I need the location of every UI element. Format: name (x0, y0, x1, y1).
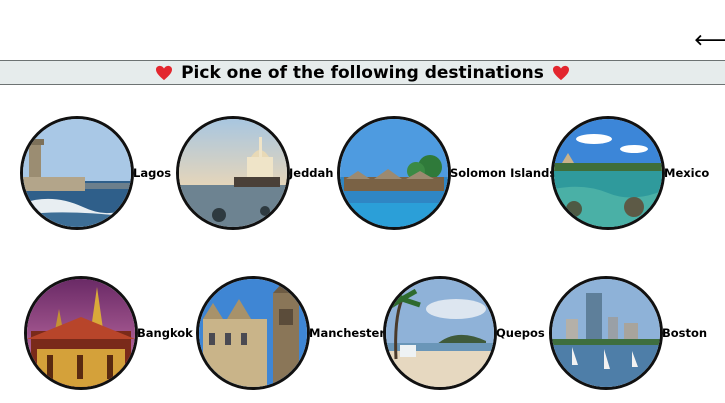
destination-label: Boston (662, 326, 708, 340)
destination-label: Bangkok (137, 326, 193, 340)
destination-bangkok[interactable]: Bangkok (24, 276, 193, 390)
header-banner: Pick one of the following destinations (0, 60, 725, 85)
destination-label: Mexico (664, 166, 710, 180)
destination-photo (337, 116, 451, 230)
destination-label: Jeddah (289, 166, 334, 180)
heart-icon (552, 65, 569, 80)
go-back-button[interactable]: 🡐 Go (694, 30, 725, 49)
destination-manchester[interactable]: Manchester (196, 276, 385, 390)
destination-photo (20, 116, 134, 230)
destination-solomon-islands[interactable]: Solomon Islands (337, 116, 556, 230)
destination-photo (549, 276, 663, 390)
destination-boston[interactable]: Boston (549, 276, 707, 390)
destination-lagos[interactable]: Lagos (20, 116, 171, 230)
destination-mexico[interactable]: Mexico (551, 116, 709, 230)
destination-label: Lagos (133, 166, 172, 180)
destination-photo (176, 116, 290, 230)
destination-label: Manchester (309, 326, 386, 340)
heart-icon (156, 65, 173, 80)
arrow-left-icon: 🡐 (694, 30, 725, 49)
destination-photo (383, 276, 497, 390)
destination-photo (551, 116, 665, 230)
destination-photo (196, 276, 310, 390)
page-title: Pick one of the following destinations (181, 62, 544, 83)
destination-photo (24, 276, 138, 390)
destination-jeddah[interactable]: Jeddah (176, 116, 334, 230)
destination-label: Solomon Islands (450, 166, 557, 180)
destination-quepos[interactable]: Quepos (383, 276, 545, 390)
destination-label: Quepos (496, 326, 545, 340)
